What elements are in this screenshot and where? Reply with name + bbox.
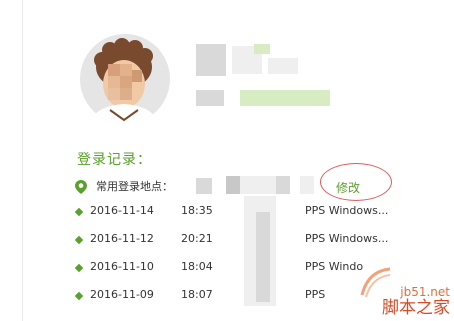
redacted-badge: [254, 44, 270, 54]
redacted-username: [196, 44, 226, 76]
redacted-location: [300, 176, 314, 194]
edit-location-link[interactable]: 修改: [336, 179, 360, 196]
bullet-icon: [74, 291, 84, 301]
record-time: 18:04: [181, 260, 213, 273]
redacted-username: [268, 58, 298, 74]
redacted-info: [196, 90, 224, 106]
list-item: 2016-11-14 18:35 PPS Windows...: [74, 203, 405, 231]
record-device: PPS Windows...: [305, 204, 389, 217]
redacted-location: [226, 176, 240, 194]
redacted-location: [240, 176, 276, 194]
section-title: 登录记录：: [77, 152, 152, 168]
record-date: 2016-11-09: [90, 288, 154, 301]
record-time: 18:35: [181, 204, 213, 217]
watermark-name: 脚本之家: [382, 298, 450, 318]
login-record-panel: 登录记录： 常用登录地点： 修改 2016-11-14 18:35 PPS Wi…: [0, 0, 454, 321]
list-item: 2016-11-12 20:21 PPS Windows...: [74, 231, 405, 259]
list-item: 2016-11-10 18:04 PPS Windo: [74, 259, 405, 287]
bullet-icon: [74, 207, 84, 217]
bullet-icon: [74, 263, 84, 273]
redacted-location: [276, 176, 290, 194]
login-records-list: 2016-11-14 18:35 PPS Windows... 2016-11-…: [74, 203, 405, 315]
record-date: 2016-11-12: [90, 232, 154, 245]
user-avatar-icon: [80, 34, 170, 124]
record-date: 2016-11-10: [90, 260, 154, 273]
left-divider: [22, 0, 23, 321]
record-date: 2016-11-14: [90, 204, 154, 217]
redacted-location: [196, 178, 212, 194]
record-device: PPS Windows...: [305, 232, 389, 245]
list-item: 2016-11-09 18:07 PPS: [74, 287, 405, 315]
watermark-site: jb51.net: [400, 285, 450, 299]
watermark: jb51.net 脚本之家: [382, 286, 450, 317]
bullet-icon: [74, 235, 84, 245]
record-device: PPS: [305, 288, 326, 301]
record-time: 20:21: [181, 232, 213, 245]
common-location-label: 常用登录地点：: [96, 180, 173, 193]
record-device: PPS Windo: [305, 260, 364, 273]
avatar[interactable]: [80, 34, 170, 126]
redacted-info: [240, 90, 330, 106]
location-pin-icon: [75, 179, 87, 194]
common-location-row: 常用登录地点：: [75, 177, 173, 195]
record-time: 18:07: [181, 288, 213, 301]
